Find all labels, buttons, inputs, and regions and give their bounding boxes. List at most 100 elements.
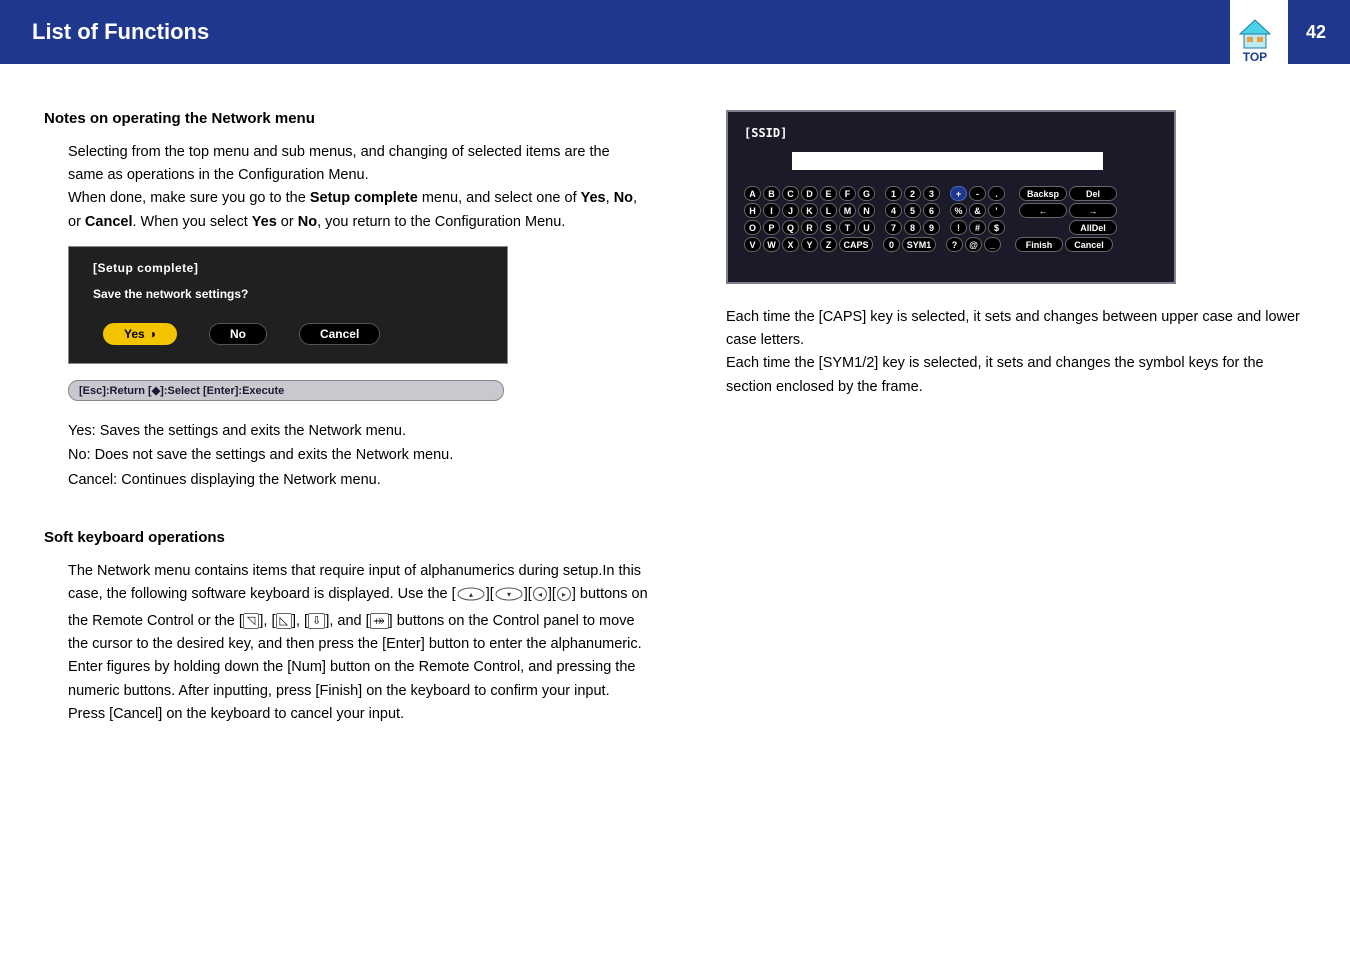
bold-cancel: Cancel: [85, 214, 133, 230]
key-sym[interactable]: @: [965, 237, 982, 252]
key-u[interactable]: U: [858, 220, 875, 235]
key-j[interactable]: J: [782, 203, 799, 218]
svg-text:▸: ▸: [562, 590, 566, 599]
kb-text-input[interactable]: [792, 152, 1103, 170]
key-0[interactable]: 0: [883, 237, 900, 252]
key-caps[interactable]: CAPS: [839, 237, 873, 252]
bold-no: No: [614, 190, 633, 206]
key-h[interactable]: H: [744, 203, 761, 218]
key-sym[interactable]: _: [984, 237, 1001, 252]
key-sym1[interactable]: SYM1: [902, 237, 936, 252]
key-f[interactable]: F: [839, 186, 856, 201]
key-sym[interactable]: $: [988, 220, 1005, 235]
key-sym[interactable]: -: [969, 186, 986, 201]
key-sym[interactable]: ?: [946, 237, 963, 252]
page-number: 42: [1306, 22, 1326, 43]
key-y[interactable]: Y: [801, 237, 818, 252]
key-w[interactable]: W: [763, 237, 780, 252]
setup-complete-dialog: [Setup complete] Save the network settin…: [68, 246, 508, 364]
key-1[interactable]: 1: [885, 186, 902, 201]
key-l[interactable]: L: [820, 203, 837, 218]
key-t[interactable]: T: [839, 220, 856, 235]
bold-yes: Yes: [581, 190, 606, 206]
key-→[interactable]: →: [1069, 203, 1117, 218]
key-sym[interactable]: &: [969, 203, 986, 218]
heading-notes: Notes on operating the Network menu: [44, 110, 648, 127]
key-7[interactable]: 7: [885, 220, 902, 235]
key-sym[interactable]: %: [950, 203, 967, 218]
panel-volup-icon: ⤀: [370, 613, 389, 629]
key-i[interactable]: I: [763, 203, 780, 218]
key-del[interactable]: Del: [1069, 186, 1117, 201]
yes-no-explain: Yes: Saves the settings and exits the Ne…: [68, 419, 648, 493]
svg-text:▴: ▴: [469, 590, 473, 599]
enter-icon: ◑: [149, 327, 156, 341]
dialog-title: [Setup complete]: [93, 261, 483, 275]
key-←[interactable]: ←: [1019, 203, 1067, 218]
page-title: List of Functions: [32, 19, 209, 45]
key-e[interactable]: E: [820, 186, 837, 201]
key-b[interactable]: B: [763, 186, 780, 201]
explain-no: No: Does not save the settings and exits…: [68, 443, 648, 468]
key-4[interactable]: 4: [885, 203, 902, 218]
key-r[interactable]: R: [801, 220, 818, 235]
remote-down-icon: ▾: [494, 586, 524, 610]
key-sym[interactable]: +: [950, 186, 967, 201]
heading-softkb: Soft keyboard operations: [44, 529, 648, 546]
key-5[interactable]: 5: [904, 203, 921, 218]
key-finish[interactable]: Finish: [1015, 237, 1063, 252]
remote-left-icon: ◂: [532, 586, 548, 610]
key-o[interactable]: O: [744, 220, 761, 235]
key-a[interactable]: A: [744, 186, 761, 201]
panel-wide-icon: ◹: [243, 613, 259, 629]
key-v[interactable]: V: [744, 237, 761, 252]
key-k[interactable]: K: [801, 203, 818, 218]
bold-setup-complete: Setup complete: [310, 190, 418, 206]
key-sym[interactable]: ': [988, 203, 1005, 218]
key-s[interactable]: S: [820, 220, 837, 235]
content: Notes on operating the Network menu Sele…: [0, 64, 1350, 738]
key-sym[interactable]: !: [950, 220, 967, 235]
key-x[interactable]: X: [782, 237, 799, 252]
top-link[interactable]: TOP: [1230, 0, 1288, 64]
dialog-footer-hints: [Esc]:Return [◆]:Select [Enter]:Execute: [68, 380, 504, 401]
key-backsp[interactable]: Backsp: [1019, 186, 1067, 201]
softkb-paragraph: The Network menu contains items that req…: [68, 560, 648, 726]
right-column: [SSID] ABCDEFG123 +-. BackspDel HIJKLMN456%…: [702, 110, 1306, 738]
remote-right-icon: ▸: [556, 586, 572, 610]
key-q[interactable]: Q: [782, 220, 799, 235]
key-3[interactable]: 3: [923, 186, 940, 201]
key-g[interactable]: G: [858, 186, 875, 201]
notes-line2b: menu, and select one of: [418, 190, 581, 206]
dialog-no-button[interactable]: No: [209, 323, 267, 345]
header-right: TOP 42: [1230, 0, 1350, 64]
key-2[interactable]: 2: [904, 186, 921, 201]
header-bar: List of Functions TOP 42: [0, 0, 1350, 64]
key-p[interactable]: P: [763, 220, 780, 235]
key-z[interactable]: Z: [820, 237, 837, 252]
caps-note: Each time the [CAPS] key is selected, it…: [726, 306, 1306, 399]
key-alldel[interactable]: AllDel: [1069, 220, 1117, 235]
key-sym[interactable]: .: [988, 186, 1005, 201]
explain-yes: Yes: Saves the settings and exits the Ne…: [68, 419, 648, 444]
key-9[interactable]: 9: [923, 220, 940, 235]
dialog-yes-button[interactable]: Yes ◑: [103, 323, 177, 345]
key-n[interactable]: N: [858, 203, 875, 218]
dialog-cancel-button[interactable]: Cancel: [299, 323, 380, 345]
left-column: Notes on operating the Network menu Sele…: [44, 110, 648, 738]
remote-up-icon: ▴: [456, 586, 486, 610]
key-m[interactable]: M: [839, 203, 856, 218]
kb-field-label: [SSID]: [744, 126, 1158, 140]
notes-line2a: When done, make sure you go to the: [68, 190, 310, 206]
panel-narrow-icon: ◺: [276, 613, 292, 629]
key-cancel[interactable]: Cancel: [1065, 237, 1113, 252]
key-sym[interactable]: #: [969, 220, 986, 235]
key-c[interactable]: C: [782, 186, 799, 201]
explain-cancel: Cancel: Continues displaying the Network…: [68, 468, 648, 493]
key-8[interactable]: 8: [904, 220, 921, 235]
key-d[interactable]: D: [801, 186, 818, 201]
home-top-icon: TOP: [1236, 18, 1274, 64]
dialog-question: Save the network settings?: [93, 287, 483, 301]
notes-paragraph: Selecting from the top menu and sub menu…: [68, 141, 648, 234]
key-6[interactable]: 6: [923, 203, 940, 218]
